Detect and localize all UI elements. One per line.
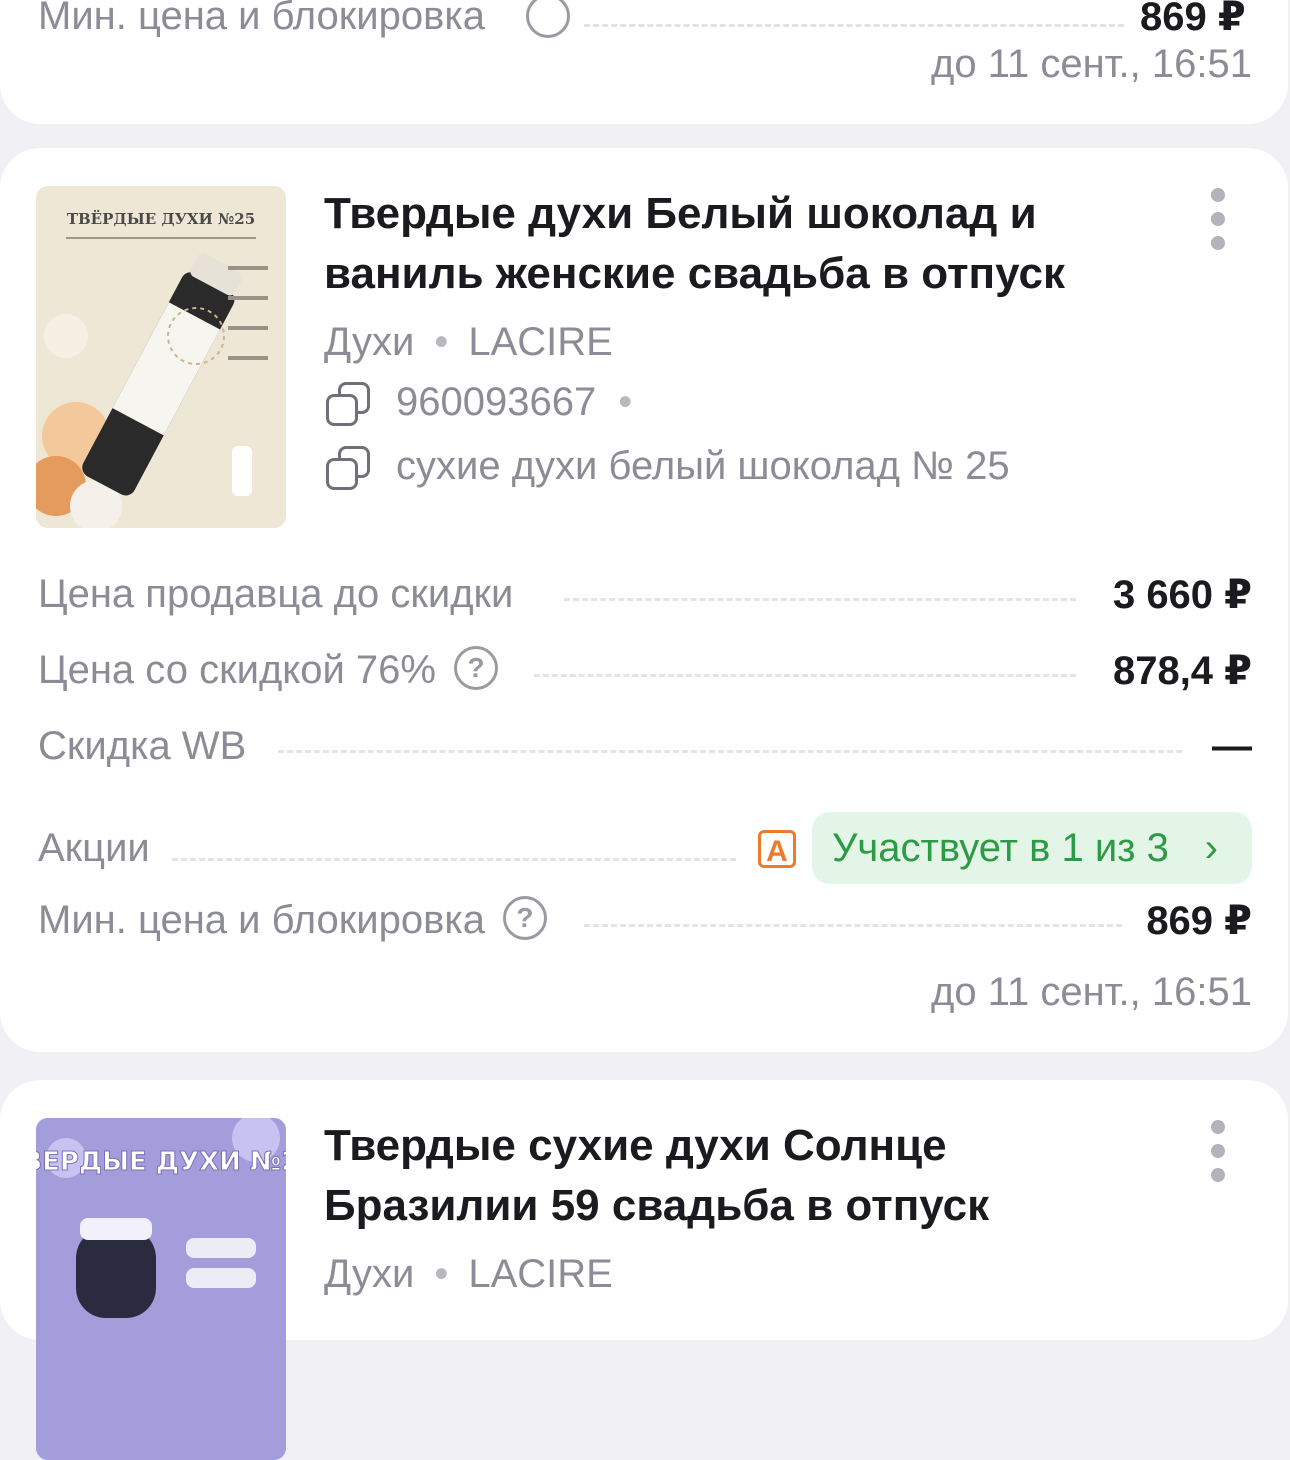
- promotions-value: Участвует в 1 из 3: [832, 826, 1169, 870]
- wb-discount-value: —: [1212, 724, 1252, 768]
- wb-discount-row: Скидка WB —: [38, 720, 1252, 776]
- chevron-right-icon: ›: [1204, 826, 1218, 870]
- question-circle-icon[interactable]: ?: [502, 896, 547, 941]
- dotted-leader: [564, 598, 1076, 601]
- min-price-label: Мин. цена и блокировка: [38, 898, 485, 942]
- min-price-row: Мин. цена и блокировка? 869 ₽: [38, 894, 1252, 950]
- discount-price-row: Цена со скидкой 76%? 878,4 ₽: [38, 644, 1252, 700]
- discount-price-label-wrap: Цена со скидкой 76%?: [38, 646, 498, 695]
- seller-price-value: 3 660 ₽: [1112, 573, 1252, 617]
- promotions-badge[interactable]: Участвует в 1 из 3 ›: [812, 812, 1252, 884]
- min-price-value: 869 ₽: [1146, 899, 1252, 943]
- kebab-menu-icon[interactable]: [1204, 1120, 1232, 1186]
- product-meta: Духи • LACIRE: [324, 1252, 613, 1296]
- question-circle-icon[interactable]: [526, 0, 570, 38]
- promotions-label: Акции: [38, 826, 150, 871]
- product-image-text: ТВЁРДЫЕ ДУХИ №25: [67, 209, 255, 228]
- wb-discount-label: Скидка WB: [38, 724, 247, 769]
- product-category: Духи: [324, 1252, 415, 1296]
- product-image-text: ТВЕРДЫЕ ДУХИ №26: [36, 1147, 286, 1177]
- product-category: Духи: [324, 320, 415, 364]
- min-price-value: 869 ₽: [1140, 0, 1246, 39]
- product-title[interactable]: Твердые духи Белый шоколад и ваниль женс…: [324, 184, 1144, 304]
- promo-a-icon: A: [758, 830, 796, 868]
- question-circle-icon[interactable]: ?: [454, 646, 498, 691]
- discount-price-label: Цена со скидкой 76%: [38, 648, 436, 692]
- dotted-leader: [278, 750, 1182, 753]
- product-photo: ТВЁРДЫЕ ДУХИ №25: [36, 186, 286, 528]
- previous-product-card: Мин. цена и блокировка 869 ₽ до 11 сент.…: [0, 0, 1288, 124]
- product-image[interactable]: ТВЁРДЫЕ ДУХИ №25: [36, 186, 286, 528]
- article-row: 960093667 •: [326, 380, 633, 426]
- dotted-leader: [584, 924, 1122, 927]
- product-brand: LACIRE: [468, 320, 613, 364]
- promotions-row: Акции A Участвует в 1 из 3 ›: [38, 812, 1252, 888]
- separator-dot: •: [618, 380, 633, 424]
- article-number: 960093667: [396, 380, 597, 424]
- valid-until: до 11 сент., 16:51: [931, 42, 1252, 86]
- seller-price-label: Цена продавца до скидки: [38, 572, 514, 617]
- product-title[interactable]: Твердые сухие духи Солнце Бразилии 59 св…: [324, 1116, 1144, 1236]
- product-image[interactable]: ТВЕРДЫЕ ДУХИ №26: [36, 1118, 286, 1460]
- next-product-card: ТВЕРДЫЕ ДУХИ №26 Твердые сухие духи Солн…: [0, 1080, 1288, 1460]
- dotted-leader: [584, 24, 1124, 27]
- discount-price-value: 878,4 ₽: [1112, 649, 1252, 693]
- vendor-code: сухие духи белый шоколад № 25: [396, 444, 1010, 488]
- seller-price-row: Цена продавца до скидки 3 660 ₽: [38, 568, 1252, 624]
- copy-icon[interactable]: [326, 445, 370, 490]
- kebab-menu-icon[interactable]: [1204, 188, 1232, 254]
- copy-icon[interactable]: [326, 381, 370, 426]
- product-card: ТВЁРДЫЕ ДУХИ №25 Твердые духи Белый шоко…: [0, 148, 1288, 1052]
- dotted-leader: [172, 858, 736, 861]
- product-brand: LACIRE: [468, 1252, 613, 1296]
- vendor-code-row: сухие духи белый шоколад № 25: [326, 444, 1010, 490]
- valid-until: до 11 сент., 16:51: [931, 970, 1252, 1014]
- product-photo: ТВЕРДЫЕ ДУХИ №26: [36, 1118, 286, 1460]
- min-price-label: Мин. цена и блокировка: [38, 0, 485, 38]
- min-price-label-wrap: Мин. цена и блокировка?: [38, 896, 547, 945]
- product-meta: Духи • LACIRE: [324, 320, 613, 364]
- dotted-leader: [534, 674, 1076, 677]
